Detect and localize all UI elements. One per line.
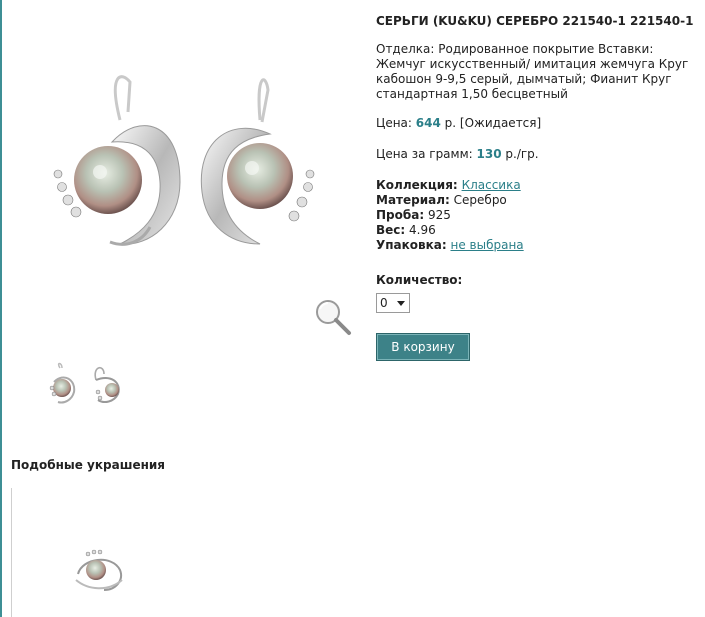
weight-label: Вес: <box>376 223 406 237</box>
chevron-down-icon <box>397 301 405 306</box>
gram-price-value: 130 <box>476 147 502 161</box>
proba-label: Проба: <box>376 208 425 222</box>
price-value: 644 <box>415 116 441 130</box>
quantity-label: Количество: <box>376 273 463 287</box>
gram-price-suffix: р./гр. <box>505 147 539 161</box>
price-label: Цена: <box>376 116 412 130</box>
price-suffix: р. [Ожидается] <box>444 116 542 130</box>
product-info: СЕРЬГИ (KU&KU) СЕРЕБРО 221540-1 221540-1… <box>376 14 696 361</box>
quantity-select[interactable]: 0 <box>376 293 410 313</box>
package-label: Упаковка: <box>376 238 447 252</box>
material-label: Материал: <box>376 193 450 207</box>
similar-section-divider <box>11 488 12 617</box>
property-collection: Коллекция: Классика <box>376 178 696 193</box>
thumbnail-front[interactable] <box>46 360 80 408</box>
similar-product-image[interactable] <box>68 540 128 600</box>
property-weight: Вес: 4.96 <box>376 223 696 238</box>
material-value: Серебро <box>453 193 507 207</box>
property-proba: Проба: 925 <box>376 208 696 223</box>
product-properties: Коллекция: Классика Материал: Серебро Пр… <box>376 178 696 253</box>
similar-section-title: Подобные украшения <box>11 458 166 472</box>
gram-price-label: Цена за грамм: <box>376 147 473 161</box>
quantity-value: 0 <box>380 296 388 310</box>
thumbnail-side[interactable] <box>90 360 124 408</box>
property-material: Материал: Серебро <box>376 193 696 208</box>
collection-label: Коллекция: <box>376 178 458 192</box>
package-link[interactable]: не выбрана <box>451 238 524 252</box>
proba-value: 925 <box>427 208 451 222</box>
property-package: Упаковка: не выбрана <box>376 238 696 253</box>
thumbnail-strip <box>46 360 124 408</box>
product-title: СЕРЬГИ (KU&KU) СЕРЕБРО 221540-1 221540-1 <box>376 14 694 28</box>
magnifier-icon[interactable] <box>314 298 352 336</box>
product-description: Отделка: Родированное покрытие Вставки: … <box>376 42 689 101</box>
weight-value: 4.96 <box>409 223 436 237</box>
left-border-rule <box>0 0 2 617</box>
add-to-cart-button[interactable]: В корзину <box>376 333 470 361</box>
collection-link[interactable]: Классика <box>462 178 521 192</box>
product-main-image[interactable] <box>30 12 350 332</box>
gram-price-row: Цена за грамм: 130 р./гр. <box>376 147 696 162</box>
price-row: Цена: 644 р. [Ожидается] <box>376 116 696 131</box>
